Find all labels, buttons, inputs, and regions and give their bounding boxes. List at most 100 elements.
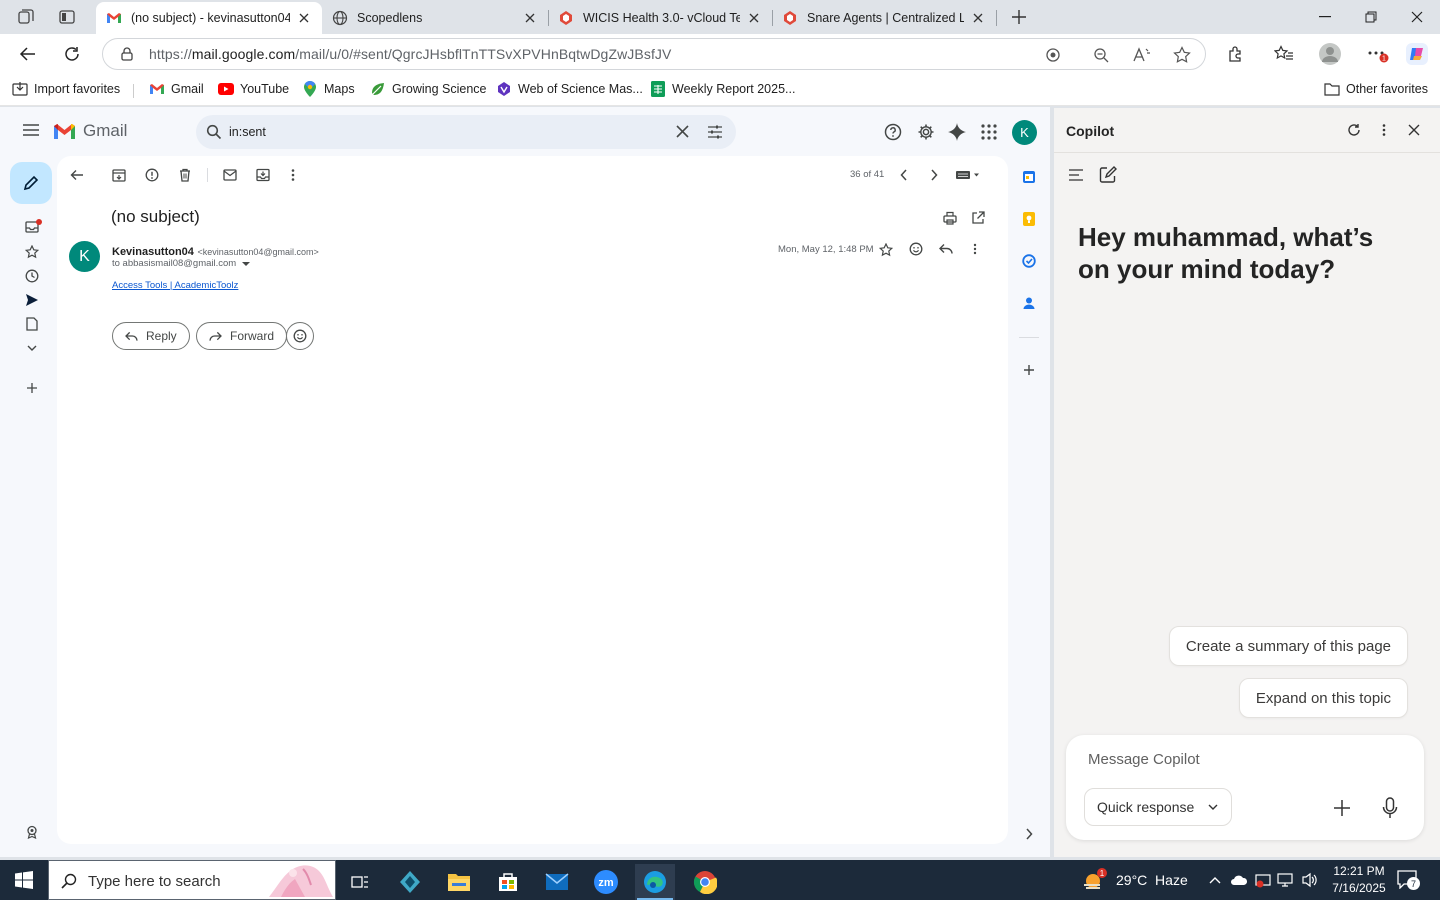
clock[interactable]: 12:21 PM 7/16/2025: [1326, 863, 1392, 897]
move-to-icon[interactable]: [254, 166, 272, 184]
back-icon[interactable]: [16, 42, 40, 66]
tasks-app-icon[interactable]: [1019, 251, 1039, 271]
older-chevron-right-icon[interactable]: [925, 166, 943, 184]
file-explorer-icon[interactable]: [439, 864, 479, 900]
keep-app-icon[interactable]: [1019, 209, 1039, 229]
tab-gmail[interactable]: (no subject) - kevinasutton04@: [96, 2, 322, 34]
gemini-icon[interactable]: [948, 123, 966, 141]
nav-more[interactable]: [22, 338, 42, 358]
read-aloud-icon[interactable]: [1133, 47, 1151, 63]
search-options-icon[interactable]: [707, 124, 723, 140]
nav-upgrade[interactable]: [22, 822, 42, 842]
favorite-gmail[interactable]: Gmail: [149, 81, 204, 97]
tab-scopedlens[interactable]: Scopedlens: [322, 2, 548, 34]
volume-speaker-icon[interactable]: [1300, 870, 1320, 890]
compose-button[interactable]: [10, 162, 52, 204]
extensions-icon[interactable]: [1224, 42, 1248, 66]
close-tab-icon[interactable]: [522, 10, 538, 26]
print-icon[interactable]: [943, 211, 957, 225]
copilot-icon[interactable]: [1405, 42, 1429, 66]
mark-unread-icon[interactable]: [221, 166, 239, 184]
get-addons-icon[interactable]: [1019, 360, 1039, 380]
open-new-window-icon[interactable]: [971, 211, 985, 225]
back-to-sent-icon[interactable]: [68, 166, 86, 184]
sender-avatar[interactable]: K: [69, 241, 100, 272]
close-window-icon[interactable]: [1394, 0, 1440, 34]
favorites-icon[interactable]: [1272, 42, 1296, 66]
close-tab-icon[interactable]: [970, 10, 986, 26]
suggestion-summarize-button[interactable]: Create a summary of this page: [1168, 626, 1408, 666]
microsoft-store-icon[interactable]: [488, 864, 528, 900]
show-side-panel-chevron-icon[interactable]: [1019, 824, 1039, 844]
sender-name[interactable]: Kevinasutton04: [112, 246, 194, 258]
tab-actions-icon[interactable]: [57, 7, 77, 27]
archive-icon[interactable]: [110, 166, 128, 184]
account-avatar[interactable]: K: [1012, 120, 1037, 145]
input-tools-keyboard-icon[interactable]: [954, 166, 982, 184]
help-icon[interactable]: [884, 123, 902, 141]
minimize-icon[interactable]: [1302, 0, 1348, 34]
task-view-icon[interactable]: [340, 864, 380, 900]
add-reaction-icon[interactable]: [909, 242, 923, 256]
nav-starred[interactable]: [22, 242, 42, 262]
message-more-icon[interactable]: [973, 243, 977, 255]
star-message-icon[interactable]: [879, 243, 893, 257]
edge-browser-taskbar-icon[interactable]: [635, 864, 675, 900]
weather-icon[interactable]: 1: [1082, 868, 1108, 892]
zoom-out-icon[interactable]: [1093, 47, 1109, 63]
site-info-lock-icon[interactable]: [119, 46, 135, 62]
copilot-close-icon[interactable]: [1404, 120, 1424, 140]
security-shield-icon[interactable]: [1253, 870, 1273, 890]
show-hidden-icons-chevron-icon[interactable]: [1205, 870, 1225, 890]
copilot-more-icon[interactable]: [1374, 120, 1394, 140]
start-windows-icon[interactable]: [0, 860, 48, 900]
search-input[interactable]: in:sent: [229, 125, 266, 139]
more-actions-icon[interactable]: [284, 166, 302, 184]
close-tab-icon[interactable]: [296, 10, 312, 26]
clear-search-icon[interactable]: [676, 125, 689, 138]
search-icon[interactable]: [206, 124, 222, 140]
copilot-message-input[interactable]: Message Copilot: [1088, 751, 1200, 768]
workspaces-icon[interactable]: [16, 7, 36, 27]
nav-inbox[interactable]: [22, 217, 42, 237]
settings-gear-icon[interactable]: [917, 123, 935, 141]
gmail-logo[interactable]: Gmail: [52, 121, 127, 141]
nav-sent[interactable]: [22, 290, 42, 310]
reply-icon[interactable]: [939, 243, 953, 255]
recipient-line[interactable]: to abbasismail08@gmail.com: [112, 258, 251, 269]
notification-center-icon[interactable]: 7: [1396, 869, 1420, 891]
onedrive-cloud-icon[interactable]: [1229, 870, 1249, 890]
nav-snoozed[interactable]: [22, 266, 42, 286]
suggestion-expand-button[interactable]: Expand on this topic: [1238, 678, 1408, 718]
report-spam-icon[interactable]: [143, 166, 161, 184]
taskbar-app-diamond-icon[interactable]: [390, 864, 430, 900]
message-body-link[interactable]: Access Tools | AcademicToolz: [112, 280, 238, 291]
copilot-new-chat-icon[interactable]: [1098, 165, 1118, 185]
calendar-app-icon[interactable]: [1019, 167, 1039, 187]
mail-app-icon[interactable]: [537, 864, 577, 900]
tracking-prevention-icon[interactable]: [1045, 47, 1061, 63]
nav-add-label[interactable]: [22, 378, 42, 398]
close-tab-icon[interactable]: [746, 10, 762, 26]
restore-icon[interactable]: [1348, 0, 1394, 34]
weather-text[interactable]: 29°C Haze: [1116, 872, 1188, 888]
copilot-microphone-icon[interactable]: [1380, 796, 1400, 820]
emoji-reaction-button[interactable]: [286, 322, 314, 350]
recipient-details-chevron-icon[interactable]: [242, 261, 251, 267]
tab-snare[interactable]: Snare Agents | Centralized Log: [772, 2, 996, 34]
search-bar[interactable]: in:sent: [196, 115, 736, 149]
copilot-attach-plus-icon[interactable]: [1332, 798, 1352, 818]
favorite-weekly-report[interactable]: Weekly Report 2025...: [650, 81, 795, 97]
nav-drafts[interactable]: [22, 314, 42, 334]
reply-button[interactable]: Reply: [112, 322, 190, 350]
tab-wicis[interactable]: WICIS Health 3.0- vCloud Tech: [548, 2, 772, 34]
chrome-taskbar-icon[interactable]: [685, 864, 725, 900]
favorite-maps[interactable]: Maps: [302, 81, 355, 97]
forward-button[interactable]: Forward: [196, 322, 288, 350]
main-menu-icon[interactable]: [21, 122, 41, 138]
delete-trash-icon[interactable]: [176, 166, 194, 184]
favorite-growing-science[interactable]: Growing Science: [370, 81, 487, 97]
profile-avatar[interactable]: [1318, 42, 1342, 66]
favorite-web-of-science[interactable]: Web of Science Mas...: [496, 81, 643, 97]
add-favorite-star-icon[interactable]: [1173, 46, 1191, 64]
